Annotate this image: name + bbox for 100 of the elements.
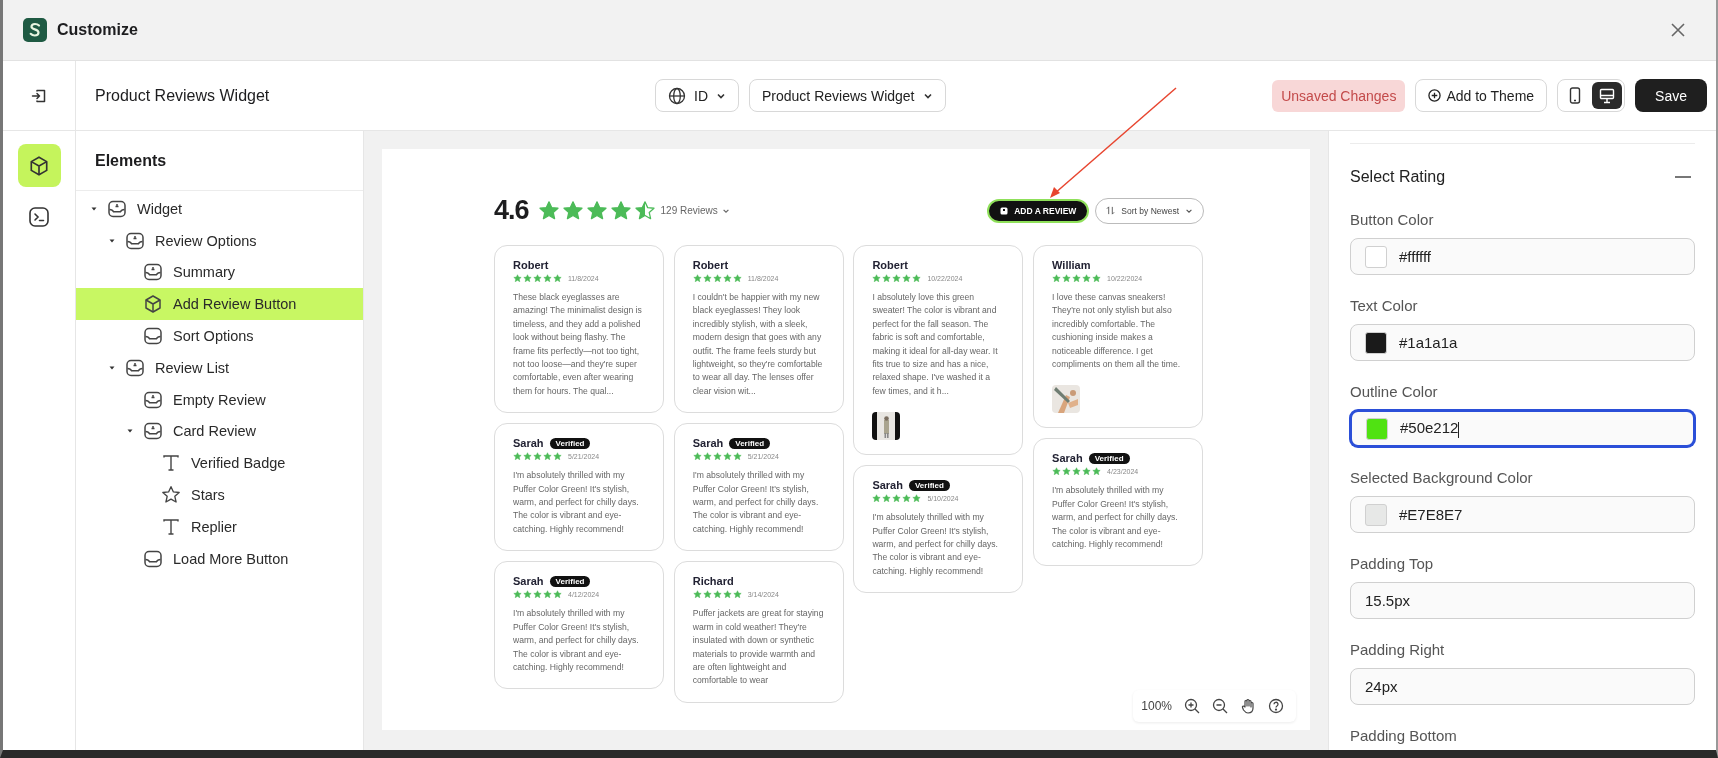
reviewer-name: Robert [872,259,908,271]
block-icon [125,230,145,251]
star-icon [513,274,522,283]
review-text: I'm absolutely thrilled with my Puffer Color Green! It's stylish, warm, and perfect for chilly days. The color is vibrant and eye-catching. Highly recommend! [872,511,999,578]
tray-icon [143,326,163,347]
exit-icon[interactable] [31,87,47,104]
block-icon [107,198,127,219]
color-field[interactable]: #1a1a1a [1350,324,1695,361]
cube-icon [28,154,50,177]
review-text: I'm absolutely thrilled with my Puffer Color Green! It's stylish, warm, and perfect for chilly days. The color is vibrant and eye-catching. Highly recommend! [513,469,640,536]
color-swatch[interactable] [1365,245,1387,268]
reviewer-name: Robert [513,259,549,271]
hand-icon [1240,698,1256,714]
color-swatch[interactable] [1365,503,1387,526]
text-icon [161,516,181,537]
elements-button[interactable] [17,144,61,187]
verified-badge: Verified [549,437,591,449]
widget-select[interactable]: Product Reviews Widget [749,79,946,112]
zoom-in-icon [1184,698,1200,714]
star-icon [1092,274,1102,283]
star-icon [702,452,712,462]
star-icon [712,590,722,600]
close-icon[interactable] [1670,22,1686,38]
tree-item[interactable]: Verified Badge [76,447,363,480]
star-icon [712,274,722,283]
star-icon [902,494,912,504]
tree-item[interactable]: Review List [76,352,363,384]
star-icon [732,590,742,600]
tree-item[interactable]: Card Review [76,415,363,448]
star-icon [553,452,562,462]
language-select[interactable]: ID [655,79,739,112]
tree-item[interactable]: Summary [76,256,363,289]
verified-badge: Verified [549,575,591,587]
tree-item[interactable]: Replier [76,510,363,543]
review-text: I'm absolutely thrilled with my Puffer Color Green! It's stylish, warm, and perfect for chilly days. The color is vibrant and eye-catching. Highly recommend! [1052,484,1179,552]
star-icon [882,274,892,283]
review-text: I'm absolutely thrilled with my Puffer Color Green! It's stylish, warm, and perfect for chilly days. The color is vibrant and eye-catching. Highly recommend! [513,607,640,674]
color-field[interactable]: #E7E8E7 [1350,496,1695,533]
tree-item[interactable]: Sort Options [76,320,363,352]
star-icon [523,590,532,600]
reviewer-name: Sarah [513,575,544,588]
field-label: Selected Background Color [1350,469,1534,486]
page-title: Product Reviews Widget [95,86,271,105]
star-icon [722,590,732,600]
reviewer-name: Sarah [1052,452,1083,465]
monitor-icon [1599,87,1616,104]
tree-item[interactable]: Empty Review [76,383,363,416]
help-icon [1268,698,1284,714]
color-swatch[interactable] [1365,331,1387,354]
input-field[interactable]: 24px [1350,668,1695,705]
reviewer-name: Sarah [692,437,724,450]
review-count[interactable]: 129 Reviews [660,205,718,216]
globe-icon [668,86,686,105]
block-icon [143,421,163,442]
review-text: I absolutely love this green sweater! The color is vibrant and perfect for the fall season. The fabric is soft and comfortable, making it ideal for all-day wear. It fits true to size and has a nice, relaxed shape. I've washed it a few times, and it h... [872,291,999,398]
star-icon [513,590,522,600]
reviewer-name: Sarah [872,479,903,492]
tree-item[interactable]: Stars [76,479,363,511]
star-icon [561,199,584,222]
desktop-view-button[interactable] [1592,82,1623,109]
save-button[interactable]: Save [1635,79,1707,112]
field-label: Outline Color [1350,383,1439,400]
star-icon [543,452,552,462]
star-icon [533,590,542,600]
star-icon [1072,467,1082,477]
sort-icon [1106,206,1116,215]
color-swatch[interactable] [1366,417,1388,440]
star-icon [533,274,542,283]
tree-item[interactable]: Load More Button [76,542,363,575]
tree-item[interactable]: Review Options [76,224,363,257]
field-label: Padding Bottom [1350,727,1458,744]
input-field[interactable]: 15.5px [1350,582,1695,619]
field-label: Text Color [1350,297,1419,314]
zoom-out-icon [1212,698,1228,714]
star-icon [523,274,532,283]
review-text: Puffer jackets are great for staying warm in cold weather! They're insulated with down or synthetic materials to provide warmth and are often lightweight and comfortable to wear [692,607,825,688]
star-icon [1052,467,1062,477]
star-icon [872,494,882,504]
zoom-level: 100% [1141,699,1172,713]
star-icon [513,452,522,462]
color-field[interactable]: #ffffff [1350,238,1695,275]
star-icon [1082,467,1092,477]
review-text: I'm absolutely thrilled with my Puffer Color Green! It's stylish, warm, and perfect for chilly days. The color is vibrant and eye-catching. Highly recommend! [692,469,820,536]
sort-select[interactable]: Sort by Newest [1095,197,1204,224]
star-icon [543,274,552,283]
add-to-theme-button[interactable]: Add to Theme [1415,79,1548,112]
section-title: Select Rating [1350,168,1446,186]
review-text: These black eyeglasses are amazing! The minimalist design is timeless, and they add a polished look without being flashy. The frame fits perfectly—not too tight, not too loose—and they're super comfortable, even after wearing them for hours. The qual... [513,291,643,398]
add-review-button[interactable]: ADD A REVIEW [987,198,1090,223]
field-label: Padding Top [1350,555,1435,572]
reviewer-name: Sarah [513,437,544,450]
field-label: Button Color [1350,211,1435,228]
star-icon [553,590,562,600]
tree-item[interactable]: Widget [76,193,363,225]
rating-value: 4.6 [494,195,529,226]
star-icon [722,452,732,462]
star-icon [161,485,181,506]
tree-item[interactable]: Add Review Button [76,288,363,321]
color-field[interactable]: #50e212 [1350,410,1695,447]
verified-badge: Verified [1088,452,1130,464]
